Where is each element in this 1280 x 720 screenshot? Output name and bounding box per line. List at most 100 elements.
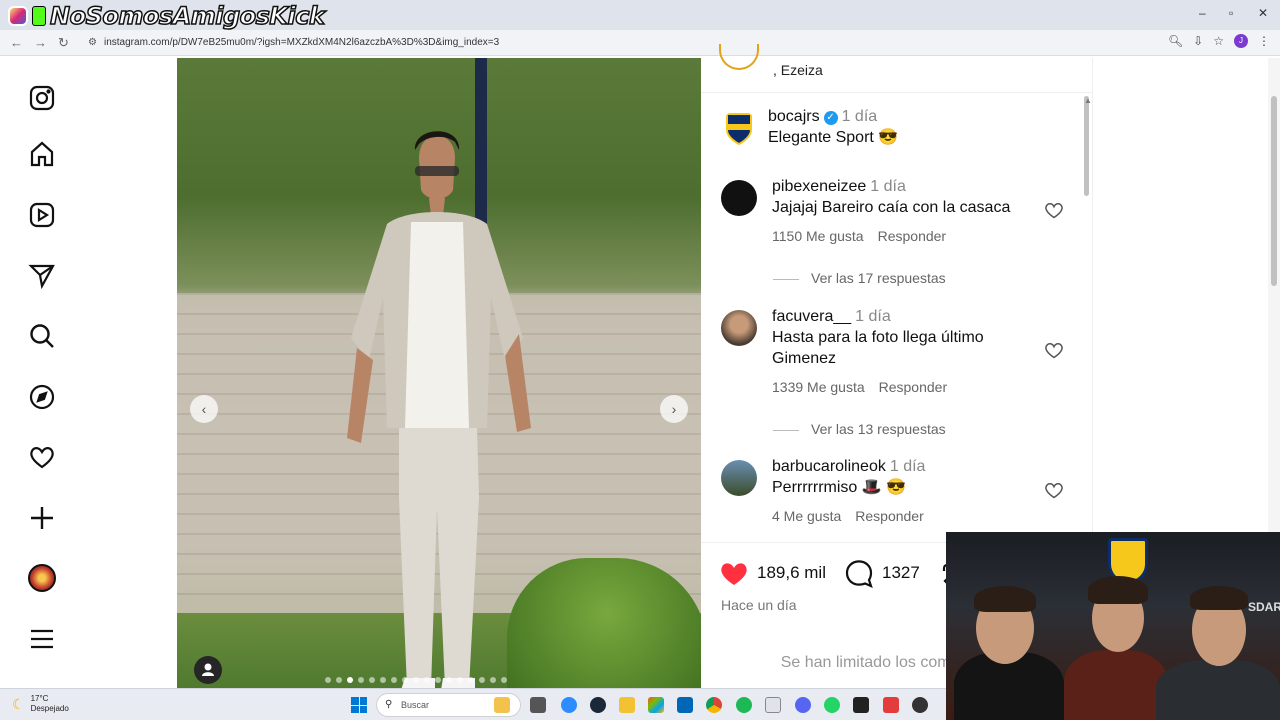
commenter-avatar[interactable] xyxy=(721,460,757,496)
comments-count[interactable]: 1327 xyxy=(882,563,920,583)
home-icon[interactable] xyxy=(28,140,56,168)
comment-like-heart-icon[interactable] xyxy=(1044,200,1064,220)
caption-time[interactable]: 1 día xyxy=(842,108,878,125)
carousel-dot xyxy=(336,677,342,683)
terminal-icon[interactable] xyxy=(853,697,869,713)
app-icon[interactable] xyxy=(883,697,899,713)
reply-button[interactable]: Responder xyxy=(879,379,948,395)
streamer-right-hair xyxy=(1190,586,1248,610)
carousel-next-button[interactable]: › xyxy=(660,395,688,423)
search-icon: ⚲ xyxy=(385,699,393,710)
comment-time[interactable]: 1 día xyxy=(890,458,926,475)
carousel-dot xyxy=(490,677,496,683)
search-icon[interactable] xyxy=(28,322,56,350)
back-icon[interactable]: ← xyxy=(10,35,23,50)
comment-likes[interactable]: 4 Me gusta xyxy=(772,508,841,524)
chrome-icon[interactable] xyxy=(706,697,722,713)
background-sign-text: SDAR xyxy=(1248,600,1280,614)
store-icon[interactable] xyxy=(677,697,693,713)
bookmark-star-icon[interactable]: ☆ xyxy=(1213,34,1224,48)
comment-like-heart-icon[interactable] xyxy=(1044,340,1064,360)
site-settings-icon[interactable]: ⚙ xyxy=(88,34,97,52)
comment-like-heart-icon[interactable] xyxy=(1044,480,1064,500)
zoom-app-icon[interactable] xyxy=(561,697,577,713)
header-divider xyxy=(701,92,1093,93)
comments-scrollbar[interactable] xyxy=(1084,96,1089,196)
notifications-heart-icon[interactable] xyxy=(28,443,56,471)
post-time[interactable]: Hace un día xyxy=(721,597,797,613)
carousel-dot xyxy=(413,677,419,683)
comment-time[interactable]: 1 día xyxy=(870,178,906,195)
comment-username[interactable]: facuvera__ xyxy=(772,308,851,325)
player-figure xyxy=(347,131,531,688)
steam-icon[interactable] xyxy=(590,697,606,713)
reply-button[interactable]: Responder xyxy=(855,508,924,524)
likes-count[interactable]: 189,6 mil xyxy=(757,563,826,583)
messages-icon[interactable] xyxy=(28,261,56,290)
carousel-prev-button[interactable]: ‹ xyxy=(190,395,218,423)
browser-title-bar: NoSomosAmigosKick – ▫ ✕ xyxy=(0,0,1280,31)
post-photo[interactable]: ‹ › xyxy=(177,58,701,688)
comment-likes[interactable]: 1339 Me gusta xyxy=(772,379,865,395)
comment-text: Hasta para la foto llega último Gimenez xyxy=(772,329,984,367)
weather-temp: 17°C xyxy=(30,694,49,703)
weather-desc: Despejado xyxy=(30,704,69,713)
restore-icon[interactable]: ▫ xyxy=(1229,6,1233,20)
url-field[interactable]: ⚙ instagram.com/p/DW7eB25mu0m/?igsh=MXZk… xyxy=(86,34,1226,52)
weather-widget[interactable]: ☾ 17°C Despejado xyxy=(12,694,69,714)
taskbar-search-placeholder: Buscar xyxy=(401,700,430,710)
comment-bubble-icon[interactable] xyxy=(844,558,874,588)
explore-icon[interactable] xyxy=(28,383,56,411)
view-replies-button[interactable]: Ver las 13 respuestas xyxy=(773,421,946,437)
caption-text: Elegante Sport 😎 xyxy=(768,129,899,146)
windows-start-icon[interactable] xyxy=(351,697,367,713)
windows-taskbar: ☾ 17°C Despejado ⚲ Buscar xyxy=(0,688,946,720)
minimize-icon[interactable]: – xyxy=(1199,6,1206,20)
reply-button[interactable]: Responder xyxy=(878,228,947,244)
bocajrs-avatar[interactable] xyxy=(721,110,757,146)
file-explorer-icon[interactable] xyxy=(619,697,635,713)
user-tag-icon xyxy=(202,663,214,676)
page-scrollbar-thumb[interactable] xyxy=(1271,96,1277,286)
task-view-icon[interactable] xyxy=(530,697,546,713)
zoom-icon[interactable]: 🔍︎ xyxy=(1168,34,1183,48)
create-plus-icon[interactable] xyxy=(28,504,56,532)
carousel-dot xyxy=(468,677,474,683)
profile-avatar[interactable] xyxy=(28,564,56,592)
kick-logo-icon xyxy=(32,6,46,26)
address-bar-row: ← → ↻ ⚙ instagram.com/p/DW7eB25mu0m/?igs… xyxy=(0,30,1280,56)
comment-time[interactable]: 1 día xyxy=(855,308,891,325)
install-app-icon[interactable]: ⇩ xyxy=(1193,34,1203,48)
carousel-dot xyxy=(358,677,364,683)
commenter-avatar[interactable] xyxy=(721,180,757,216)
scroll-up-arrow-icon[interactable]: ▲ xyxy=(1084,96,1092,105)
discord-icon[interactable] xyxy=(795,697,811,713)
post-location[interactable]: , Ezeiza xyxy=(773,62,823,78)
reels-icon[interactable] xyxy=(28,201,56,229)
close-icon[interactable]: ✕ xyxy=(1258,6,1268,20)
url-text: instagram.com/p/DW7eB25mu0m/?igsh=MXZkdX… xyxy=(104,37,500,48)
spotify-icon[interactable] xyxy=(736,697,752,713)
like-heart-filled-icon[interactable] xyxy=(719,558,749,588)
carousel-dot xyxy=(391,677,397,683)
reload-icon[interactable]: ↻ xyxy=(58,35,69,51)
instagram-logo-icon[interactable] xyxy=(28,84,56,112)
view-replies-button[interactable]: Ver las 17 respuestas xyxy=(773,270,946,286)
commenter-avatar[interactable] xyxy=(721,310,757,346)
carousel-dot xyxy=(347,677,353,683)
settings-app-icon[interactable] xyxy=(765,697,781,713)
obs-icon[interactable] xyxy=(912,697,928,713)
copilot-icon[interactable] xyxy=(648,697,664,713)
menu-icon[interactable] xyxy=(28,625,56,653)
comment-username[interactable]: pibexeneizee xyxy=(772,178,866,195)
comment-text: Perrrrrrmiso 🎩 😎 xyxy=(772,479,907,496)
carousel-dot xyxy=(369,677,375,683)
tagged-users-button[interactable] xyxy=(194,656,222,684)
whatsapp-icon[interactable] xyxy=(824,697,840,713)
forward-icon[interactable]: → xyxy=(34,35,47,50)
profile-avatar[interactable]: J xyxy=(1234,34,1248,48)
caption-username[interactable]: bocajrs xyxy=(768,108,820,125)
more-menu-icon[interactable]: ⋮ xyxy=(1258,34,1270,48)
comment-likes[interactable]: 1150 Me gusta xyxy=(772,228,864,244)
comment-username[interactable]: barbucarolineok xyxy=(772,458,886,475)
